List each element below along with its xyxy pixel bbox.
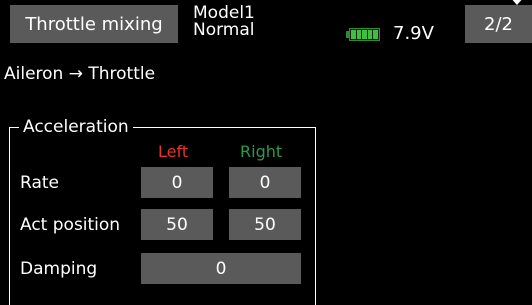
page-indicator: 2/2 <box>484 13 513 35</box>
act-position-label: Act position <box>20 215 121 235</box>
throttle-mixing-screen: Throttle mixing Model1 Normal 7.9V 2/2 A… <box>0 0 532 305</box>
mix-direction-title: Aileron → Throttle <box>4 64 156 84</box>
model-info: Model1 Normal <box>193 5 255 39</box>
right-column-header: Right <box>240 142 283 161</box>
rate-left-text: 0 <box>171 172 183 193</box>
act-position-right-text: 50 <box>254 214 276 235</box>
rate-right-text: 0 <box>259 172 271 193</box>
battery-voltage: 7.9V <box>393 23 434 44</box>
page-indicator-button[interactable]: 2/2 <box>465 5 532 43</box>
act-position-left-text: 50 <box>166 214 188 235</box>
menu-arrow-icon <box>509 0 525 5</box>
acceleration-group-label: Acceleration <box>19 117 133 137</box>
left-column-header: Left <box>158 142 189 161</box>
damping-value[interactable]: 0 <box>141 253 301 284</box>
damping-text: 0 <box>215 258 227 279</box>
battery-icon <box>346 28 382 41</box>
act-position-right-value[interactable]: 50 <box>229 209 301 240</box>
condition-name: Normal <box>193 20 255 40</box>
rate-right-value[interactable]: 0 <box>229 167 301 198</box>
function-title: Throttle mixing <box>25 13 163 35</box>
function-title-button[interactable]: Throttle mixing <box>10 5 178 43</box>
rate-left-value[interactable]: 0 <box>141 167 213 198</box>
act-position-left-value[interactable]: 50 <box>141 209 213 240</box>
damping-label: Damping <box>20 259 98 279</box>
rate-label: Rate <box>20 173 59 193</box>
